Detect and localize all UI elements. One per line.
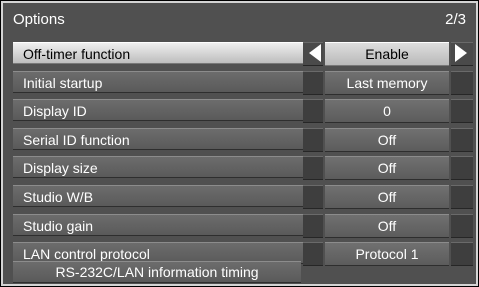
separator	[303, 70, 323, 95]
setting-label: Studio gain	[13, 213, 303, 236]
arrow-left-icon[interactable]	[309, 44, 321, 62]
setting-value[interactable]: Off	[325, 127, 449, 152]
title-bar: Options 2/3	[3, 3, 476, 35]
setting-row-display-id[interactable]: Display ID 0	[13, 99, 473, 124]
separator	[451, 70, 473, 95]
setting-row-studio-wb[interactable]: Studio W/B Off	[13, 184, 473, 209]
menu-title: Options	[13, 11, 65, 28]
separator	[451, 127, 473, 152]
separator	[451, 242, 473, 267]
separator	[451, 99, 473, 124]
setting-row-off-timer[interactable]: Off-timer function Enable	[13, 42, 473, 66]
setting-label: Serial ID function	[13, 127, 303, 150]
arrow-right-icon[interactable]	[455, 44, 467, 62]
setting-label: Display ID	[13, 99, 303, 122]
rs232c-lan-timing-button[interactable]: RS-232C/LAN information timing	[13, 261, 301, 283]
separator	[451, 184, 473, 209]
setting-row-serial-id[interactable]: Serial ID function Off	[13, 127, 473, 152]
separator	[451, 156, 473, 181]
setting-value[interactable]: Off	[325, 184, 449, 209]
separator	[303, 99, 323, 124]
setting-label: Studio W/B	[13, 184, 303, 207]
setting-value[interactable]: 0	[325, 99, 449, 124]
setting-label: Display size	[13, 156, 303, 179]
setting-value[interactable]: Off	[325, 213, 449, 238]
setting-row-display-size[interactable]: Display size Off	[13, 156, 473, 181]
separator	[451, 213, 473, 238]
page-indicator: 2/3	[445, 11, 466, 28]
separator	[303, 156, 323, 181]
separator	[303, 127, 323, 152]
setting-value[interactable]: Last memory	[325, 70, 449, 95]
setting-row-studio-gain[interactable]: Studio gain Off	[13, 213, 473, 238]
setting-label: Off-timer function	[13, 42, 303, 64]
separator	[303, 242, 323, 267]
setting-value[interactable]: Protocol 1	[325, 242, 449, 267]
separator	[303, 184, 323, 209]
separator	[303, 213, 323, 238]
settings-list: Off-timer function Enable Initial startu…	[13, 42, 473, 271]
setting-label: Initial startup	[13, 70, 303, 93]
setting-value[interactable]: Enable	[325, 42, 449, 66]
setting-value[interactable]: Off	[325, 156, 449, 181]
setting-row-initial-startup[interactable]: Initial startup Last memory	[13, 70, 473, 95]
